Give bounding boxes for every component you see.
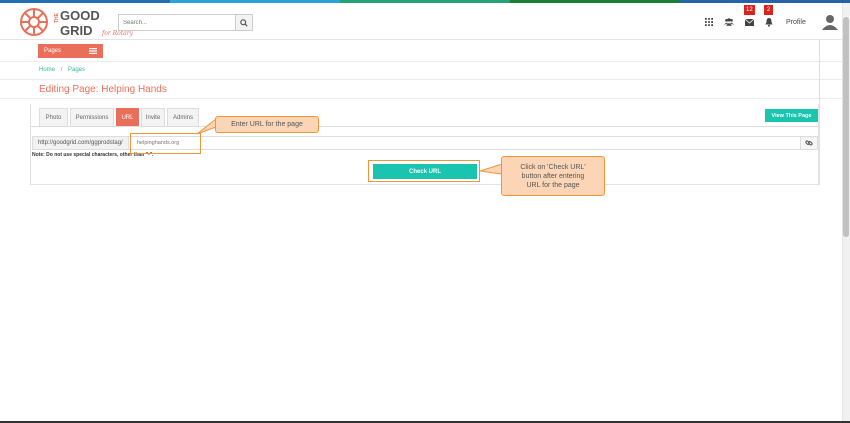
link-icon: [805, 140, 813, 146]
check-url-highlight: [368, 160, 480, 182]
profile-link[interactable]: Profile: [786, 19, 806, 26]
hamburger-icon: [89, 48, 97, 54]
mail-badge: 12: [744, 5, 755, 15]
tab-permissions[interactable]: Permissions: [70, 108, 114, 126]
callout-enter-url: Enter URL for the page: [215, 116, 319, 133]
breadcrumb-home[interactable]: Home: [39, 67, 55, 73]
breadcrumb: Home / Pages: [39, 67, 85, 73]
url-prefix: http://goodgrid.com/ggprodstag/: [33, 137, 129, 149]
view-page-button[interactable]: View This Page: [765, 109, 818, 122]
scrollbar-thumb[interactable]: [843, 17, 849, 237]
logo-good: GOOD: [60, 8, 100, 23]
page-scrollbar[interactable]: [842, 3, 850, 423]
edit-tabs: Photo Permissions URL Invite Admins: [39, 108, 201, 126]
header-actions: 12 2 Profile: [700, 5, 838, 31]
messages-button[interactable]: 12: [740, 5, 758, 31]
bell-badge: 2: [764, 5, 773, 15]
content-right-border: [819, 40, 820, 185]
tabs-underline: [30, 126, 819, 127]
callout-check-url: Click on 'Check URL' button after enteri…: [501, 156, 605, 196]
callout-pointer-enter-url: [196, 118, 217, 135]
members-button[interactable]: [720, 13, 738, 31]
breadcrumb-pages[interactable]: Pages: [68, 67, 85, 73]
search-input[interactable]: [119, 15, 235, 30]
apps-button[interactable]: [700, 13, 718, 31]
top-navbar: THE GOOD GRID for Rotary 12 2 Profile: [0, 3, 842, 40]
logo-grid: GRID: [60, 23, 93, 38]
search-box: [118, 14, 253, 31]
callout-pointer-check-url: [479, 163, 503, 175]
users-icon: [724, 18, 734, 26]
pages-menu-button[interactable]: Pages: [38, 44, 103, 58]
search-button[interactable]: [235, 15, 252, 30]
breadcrumb-separator: /: [60, 67, 63, 73]
mail-icon: [744, 18, 754, 26]
url-input[interactable]: helpinghands.org: [129, 137, 800, 149]
url-input-highlight: [130, 133, 201, 154]
tab-url[interactable]: URL: [116, 108, 139, 126]
grid-icon: [705, 18, 713, 26]
url-link-button[interactable]: [800, 137, 817, 149]
bell-icon: [765, 17, 773, 27]
logo-tagline: for Rotary: [101, 30, 134, 37]
search-icon: [240, 18, 248, 27]
avatar-icon[interactable]: [821, 14, 838, 30]
notifications-button[interactable]: 2: [760, 5, 778, 31]
page-title: Editing Page: Helping Hands: [39, 84, 167, 95]
pages-menu-label: Pages: [44, 48, 62, 54]
tab-photo[interactable]: Photo: [39, 108, 68, 126]
tab-invite[interactable]: Invite: [141, 108, 165, 126]
